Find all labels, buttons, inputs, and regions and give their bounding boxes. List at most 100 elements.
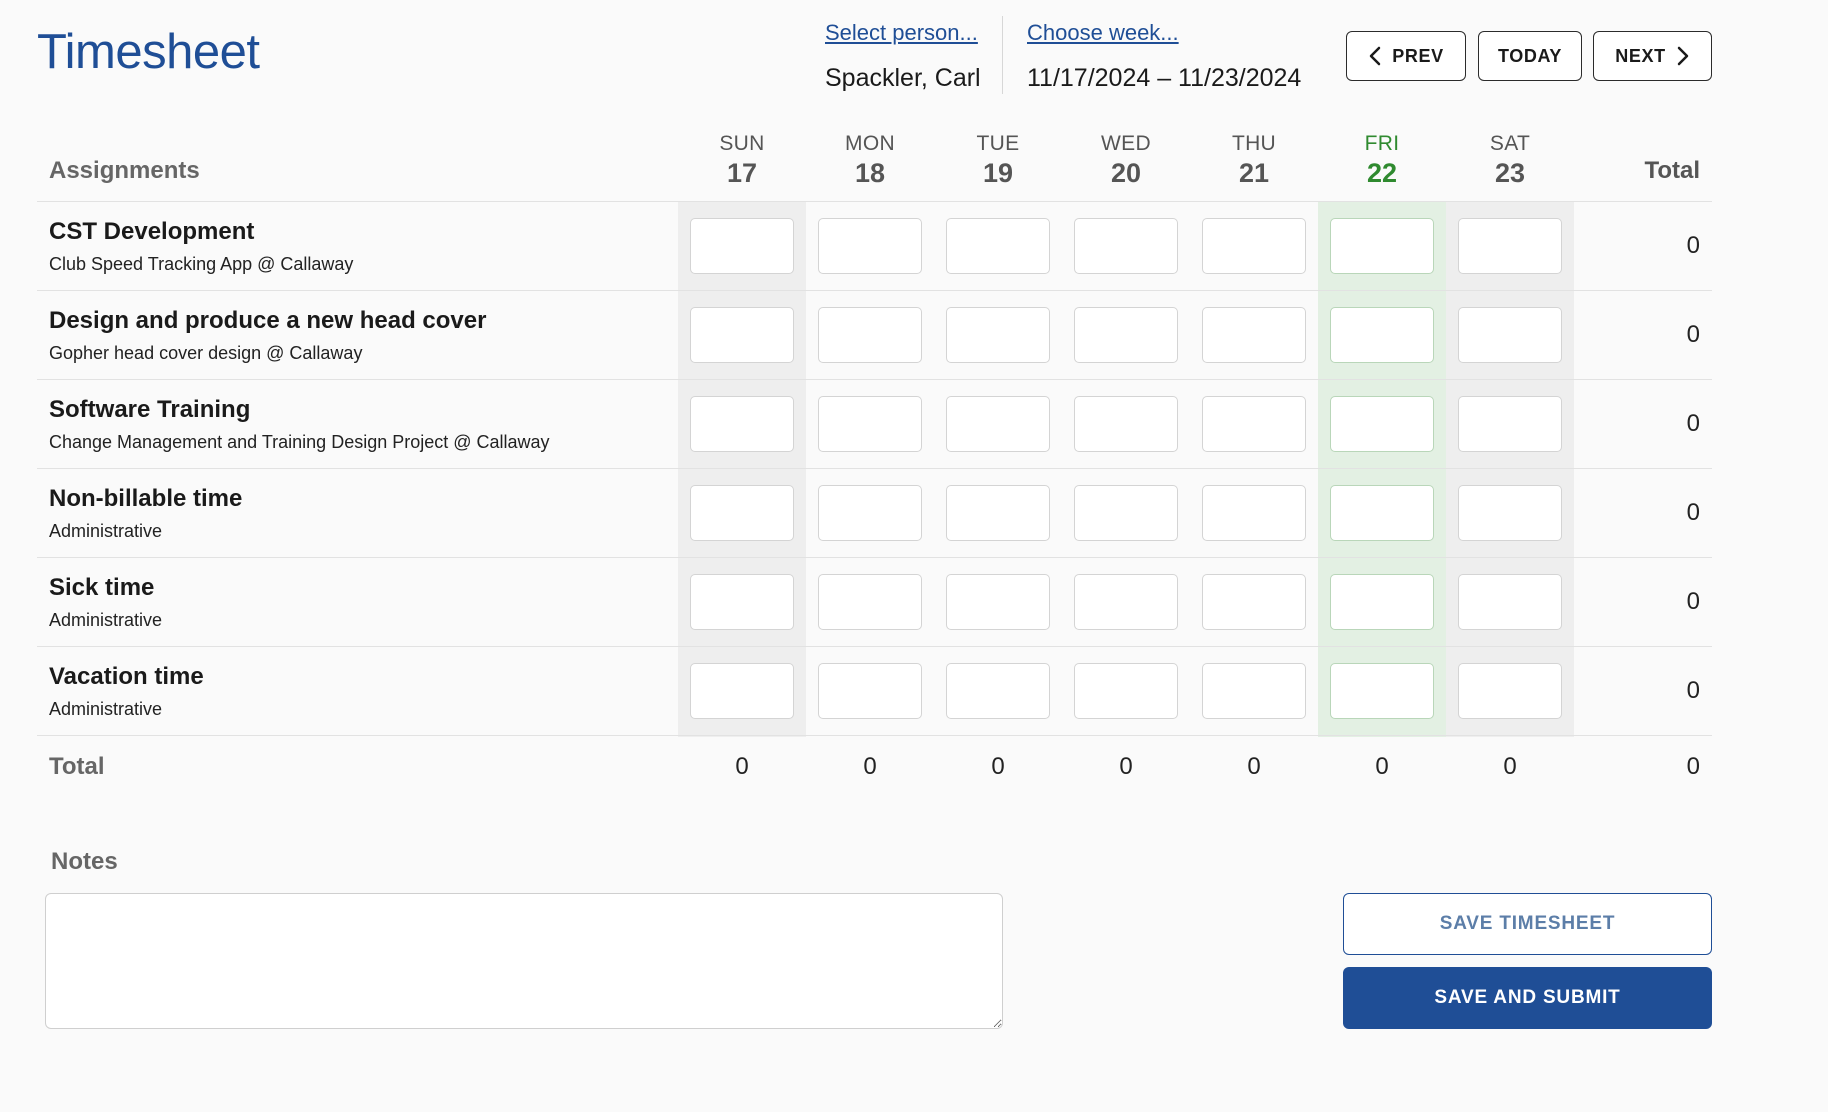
hours-input-sat[interactable]: [1458, 663, 1562, 719]
row-total: 0: [1686, 410, 1700, 437]
hours-input-thu[interactable]: [1202, 663, 1306, 719]
day-name: SUN: [719, 132, 765, 155]
hours-input-sun[interactable]: [690, 663, 794, 719]
day-total-sun: 0: [735, 753, 749, 780]
total-header: Total: [1644, 157, 1700, 184]
hours-input-sun[interactable]: [690, 574, 794, 630]
day-name: WED: [1101, 132, 1151, 155]
hours-input-tue[interactable]: [946, 663, 1050, 719]
day-header-thu: THU 21: [1190, 132, 1318, 189]
day-number: 20: [1110, 158, 1142, 188]
hours-input-tue[interactable]: [946, 396, 1050, 452]
prev-label: PREV: [1392, 45, 1444, 66]
hours-input-thu[interactable]: [1202, 307, 1306, 363]
hours-input-sat[interactable]: [1458, 218, 1562, 274]
assignment-project: Gopher head cover design @ Callaway: [49, 343, 363, 363]
hours-input-sat[interactable]: [1458, 396, 1562, 452]
table-row: CST Development Club Speed Tracking App @…: [37, 202, 1712, 291]
header-divider: [1002, 16, 1003, 94]
hours-input-sun[interactable]: [690, 218, 794, 274]
assignment-project: Administrative: [49, 610, 163, 630]
assignment-name: Software Training: [49, 396, 251, 423]
totals-label: Total: [49, 753, 105, 780]
hours-input-fri[interactable]: [1330, 663, 1434, 719]
hours-input-tue[interactable]: [946, 574, 1050, 630]
hours-input-wed[interactable]: [1074, 485, 1178, 541]
hours-input-thu[interactable]: [1202, 396, 1306, 452]
hours-input-mon[interactable]: [818, 574, 922, 630]
totals-row: Total 0 0 0 0 0 0 0 0: [37, 737, 1712, 797]
assignment-project: Administrative: [49, 699, 163, 719]
day-total-tue: 0: [991, 753, 1005, 780]
notes-textarea[interactable]: [45, 893, 1003, 1029]
hours-input-tue[interactable]: [946, 485, 1050, 541]
day-name: THU: [1231, 132, 1277, 155]
row-total: 0: [1686, 232, 1700, 259]
assignment-project: Club Speed Tracking App @ Callaway: [49, 254, 354, 274]
notes-label: Notes: [51, 848, 118, 875]
day-number: 19: [982, 158, 1014, 188]
person-selector: Select person... Spackler, Carl: [825, 20, 981, 93]
day-number: 23: [1494, 158, 1526, 188]
day-number: 21: [1238, 158, 1270, 188]
table-row: Vacation time Administrative 0: [37, 647, 1712, 736]
day-total-fri: 0: [1375, 753, 1389, 780]
table-row: Non-billable time Administrative 0: [37, 469, 1712, 558]
hours-input-fri[interactable]: [1330, 396, 1434, 452]
hours-input-sat[interactable]: [1458, 307, 1562, 363]
day-header-mon: MON 18: [806, 132, 934, 189]
chevron-right-icon: [1677, 46, 1688, 66]
prev-week-button[interactable]: PREV: [1346, 31, 1466, 81]
hours-input-fri[interactable]: [1330, 574, 1434, 630]
assignment-name: CST Development: [49, 218, 255, 245]
hours-input-wed[interactable]: [1074, 574, 1178, 630]
next-week-button[interactable]: NEXT: [1593, 31, 1712, 81]
hours-input-sun[interactable]: [690, 307, 794, 363]
selected-person: Spackler, Carl: [825, 64, 981, 92]
table-row: Software Training Change Management and T…: [37, 380, 1712, 469]
hours-input-sun[interactable]: [690, 485, 794, 541]
page-title: Timesheet: [37, 25, 260, 79]
select-person-link[interactable]: Select person...: [825, 20, 981, 46]
hours-input-mon[interactable]: [818, 663, 922, 719]
selected-week-range: 11/17/2024 – 11/23/2024: [1027, 64, 1302, 92]
assignment-project: Administrative: [49, 521, 163, 541]
table-header: Assignments Total SUN 17 MON 18 TUE 19 WED 20 TH…: [37, 120, 1712, 202]
hours-input-tue[interactable]: [946, 218, 1050, 274]
day-total-sat: 0: [1503, 753, 1517, 780]
grand-total: 0: [1686, 753, 1700, 780]
hours-input-mon[interactable]: [818, 396, 922, 452]
hours-input-wed[interactable]: [1074, 218, 1178, 274]
day-name: MON: [845, 132, 895, 155]
day-total-mon: 0: [863, 753, 877, 780]
assignments-header: Assignments: [49, 157, 200, 184]
hours-input-sun[interactable]: [690, 396, 794, 452]
hours-input-fri[interactable]: [1330, 218, 1434, 274]
hours-input-thu[interactable]: [1202, 218, 1306, 274]
choose-week-link[interactable]: Choose week...: [1027, 20, 1301, 46]
hours-input-wed[interactable]: [1074, 663, 1178, 719]
day-total-thu: 0: [1247, 753, 1261, 780]
hours-input-wed[interactable]: [1074, 396, 1178, 452]
hours-input-mon[interactable]: [818, 307, 922, 363]
today-button[interactable]: TODAY: [1478, 31, 1582, 81]
day-header-tue: TUE 19: [934, 132, 1062, 189]
hours-input-fri[interactable]: [1330, 485, 1434, 541]
day-number: 18: [854, 158, 886, 188]
day-total-wed: 0: [1119, 753, 1133, 780]
hours-input-mon[interactable]: [818, 218, 922, 274]
day-header-sun: SUN 17: [678, 132, 806, 189]
assignment-name: Sick time: [49, 574, 155, 601]
hours-input-thu[interactable]: [1202, 485, 1306, 541]
hours-input-tue[interactable]: [946, 307, 1050, 363]
assignment-name: Design and produce a new head cover: [49, 307, 487, 334]
hours-input-wed[interactable]: [1074, 307, 1178, 363]
hours-input-sat[interactable]: [1458, 574, 1562, 630]
hours-input-mon[interactable]: [818, 485, 922, 541]
save-and-submit-button[interactable]: SAVE AND SUBMIT: [1343, 967, 1712, 1029]
save-timesheet-button[interactable]: SAVE TIMESHEET: [1343, 893, 1712, 955]
today-label: TODAY: [1497, 45, 1563, 66]
hours-input-fri[interactable]: [1330, 307, 1434, 363]
hours-input-thu[interactable]: [1202, 574, 1306, 630]
hours-input-sat[interactable]: [1458, 485, 1562, 541]
